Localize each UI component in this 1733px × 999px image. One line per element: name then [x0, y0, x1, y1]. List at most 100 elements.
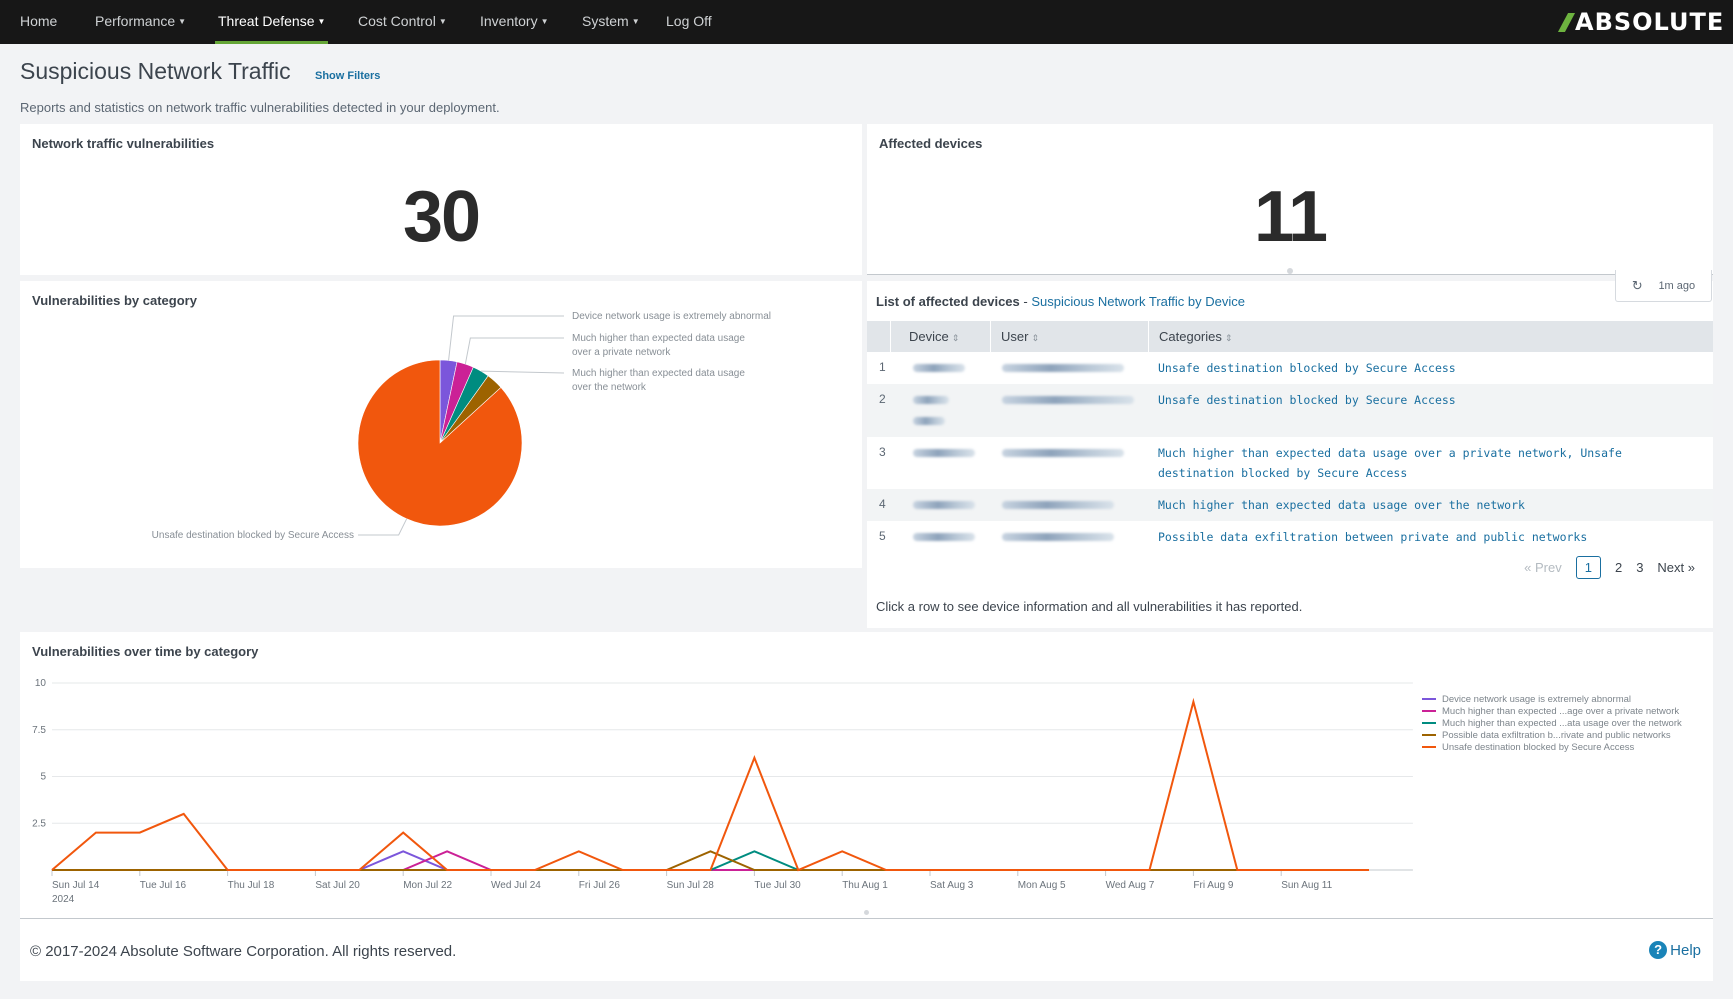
user-name-redacted [1002, 449, 1124, 457]
user-name-redacted [1002, 396, 1134, 404]
refresh-time: 1m ago [1658, 279, 1696, 292]
pie-slice-label: Much higher than expected data usage [572, 368, 745, 379]
x-year-label: 2024 [52, 894, 75, 905]
page-button-3[interactable]: 3 [1636, 560, 1643, 575]
device-name-redacted [913, 396, 949, 404]
nav-item-performance[interactable]: Performance ▼ [95, 0, 186, 44]
x-tick-label: Wed Aug 7 [1106, 880, 1155, 891]
nav-item-label: Inventory [480, 13, 538, 29]
top-nav: Home Performance ▼ Threat Defense ▼ Cost Cont… [0, 0, 1733, 44]
vulnerabilities-by-category-panel: Vulnerabilities by category Device netwo… [20, 281, 862, 568]
row-number: 2 [879, 392, 886, 406]
table-row[interactable]: 3 Much higher than expected data usage ov… [867, 437, 1713, 489]
user-name-redacted [1002, 364, 1124, 372]
series-line[interactable] [52, 850, 1369, 871]
series-line[interactable] [51, 697, 1369, 872]
vulnerabilities-count[interactable]: 30 [20, 176, 862, 258]
absolute-logo[interactable]: ABSOLUTE [1557, 8, 1724, 36]
refresh-icon: ↻ [1631, 277, 1643, 293]
table-row[interactable]: 1 Unsafe destination blocked by Secure Ac… [867, 352, 1713, 384]
pie-slice-label: Device network usage is extremely abnorm… [572, 311, 771, 322]
panel-title: Affected devices [879, 136, 983, 151]
column-header-user[interactable]: User ⇕ [1001, 321, 1039, 352]
x-tick-label: Thu Aug 1 [842, 880, 888, 891]
nav-item-label: Threat Defense [218, 13, 315, 29]
pie-chart: Device network usage is extremely abnorm… [152, 311, 771, 541]
row-categories: Unsafe destination blocked by Secure Acc… [1158, 393, 1456, 407]
row-number: 4 [879, 497, 886, 511]
table-row[interactable]: 4 Much higher than expected data usage ov… [867, 489, 1713, 521]
legend-item[interactable]: Possible data exfiltration b...rivate an… [1442, 730, 1671, 741]
x-tick-label: Sat Aug 3 [930, 880, 974, 891]
prev-page-button[interactable]: « Prev [1524, 560, 1562, 575]
pie-leader-line [480, 370, 565, 374]
drilldown-link[interactable]: Suspicious Network Traffic by Device [1031, 294, 1245, 309]
affected-devices-panel: Affected devices 11 [867, 124, 1713, 275]
nav-item-threat-defense[interactable]: Threat Defense ▼ [214, 0, 329, 44]
series-line[interactable] [52, 850, 1369, 871]
column-label: Categories [1159, 329, 1222, 344]
devices-table: Device ⇕ User ⇕ Categories ⇕ 1 Unsafe destin… [867, 321, 1713, 553]
x-tick-label: Sun Jul 28 [667, 880, 715, 891]
page-button-1[interactable]: 1 [1575, 556, 1601, 579]
sort-icon: ⇕ [1031, 333, 1039, 343]
y-tick-label: 5 [40, 772, 46, 783]
sort-icon: ⇕ [951, 333, 960, 343]
nav-item-log-off[interactable]: Log Off [666, 0, 712, 44]
pie-slice-label: over a private network [572, 347, 671, 358]
legend-item[interactable]: Device network usage is extremely abnorm… [1442, 694, 1631, 705]
y-tick-label: 2.5 [32, 818, 46, 829]
caret-down-icon: ▼ [631, 17, 640, 26]
x-tick-label: Tue Jul 30 [754, 880, 801, 891]
series-line[interactable] [52, 850, 1369, 871]
caret-down-icon: ▼ [178, 17, 187, 26]
caret-down-icon: ▼ [438, 17, 447, 26]
series-line[interactable] [52, 850, 1369, 871]
nav-item-inventory[interactable]: Inventory ▼ [480, 0, 549, 44]
resize-handle[interactable] [864, 910, 869, 915]
row-number: 1 [879, 360, 886, 374]
x-tick-label: Sun Jul 14 [52, 880, 100, 891]
show-filters-link[interactable]: Show Filters [315, 70, 380, 82]
table-row[interactable]: 2 Unsafe destination blocked by Secure Ac… [867, 384, 1713, 437]
legend-item[interactable]: Much higher than expected ...age over a … [1442, 706, 1679, 717]
caret-down-icon: ▼ [317, 17, 326, 26]
x-tick-label: Thu Jul 18 [228, 880, 275, 891]
column-header-device[interactable]: Device ⇕ [909, 321, 959, 352]
x-tick-label: Mon Aug 5 [1018, 880, 1066, 891]
device-name-redacted [913, 417, 945, 425]
row-number: 5 [879, 529, 886, 543]
vulnerabilities-count-panel: Network traffic vulnerabilities 30 [20, 124, 862, 275]
page-description: Reports and statistics on network traffi… [20, 100, 500, 115]
x-tick-label: Tue Jul 16 [140, 880, 187, 891]
panel-title: Network traffic vulnerabilities [32, 136, 215, 151]
legend-item[interactable]: Unsafe destination blocked by Secure Acc… [1442, 742, 1634, 753]
vulnerabilities-over-time-panel: Vulnerabilities over time by category 2.… [20, 632, 1713, 918]
copyright: © 2017-2024 Absolute Software Corporatio… [30, 943, 457, 960]
nav-item-home[interactable]: Home [20, 0, 57, 44]
list-footnote: Click a row to see device information an… [876, 599, 1303, 614]
help-link[interactable]: ? Help [1649, 941, 1701, 959]
nav-item-system[interactable]: System ▼ [582, 0, 640, 44]
page-button-2[interactable]: 2 [1615, 560, 1622, 575]
column-header-categories[interactable]: Categories ⇕ [1159, 321, 1232, 352]
refresh-button[interactable]: ↻ 1m ago [1615, 270, 1712, 302]
list-title-text: List of affected devices [876, 294, 1020, 309]
affected-devices-count[interactable]: 11 [867, 176, 1713, 258]
x-tick-label: Sat Jul 20 [315, 880, 360, 891]
panel-divider [867, 274, 1713, 275]
line-chart: 2.5 5 7.5 10 Sun Jul 14 Tue Jul 16 Thu Jul 18 S… [32, 678, 1682, 905]
nav-item-label: Log Off [666, 13, 712, 29]
column-separator [1148, 321, 1149, 352]
table-row[interactable]: 5 Possible data exfiltration between priv… [867, 521, 1713, 553]
device-name-redacted [913, 364, 965, 372]
legend-item[interactable]: Much higher than expected ...ata usage o… [1442, 718, 1682, 729]
row-categories: Possible data exfiltration between priva… [1158, 530, 1588, 544]
nav-item-cost-control[interactable]: Cost Control ▼ [358, 0, 447, 44]
pie-slice-label: Unsafe destination blocked by Secure Acc… [152, 530, 354, 541]
column-separator [990, 321, 991, 352]
column-label: User [1001, 329, 1029, 344]
pie-slice-label: over the network [572, 382, 647, 393]
next-page-button[interactable]: Next » [1657, 560, 1695, 575]
sort-icon: ⇕ [1224, 333, 1233, 343]
